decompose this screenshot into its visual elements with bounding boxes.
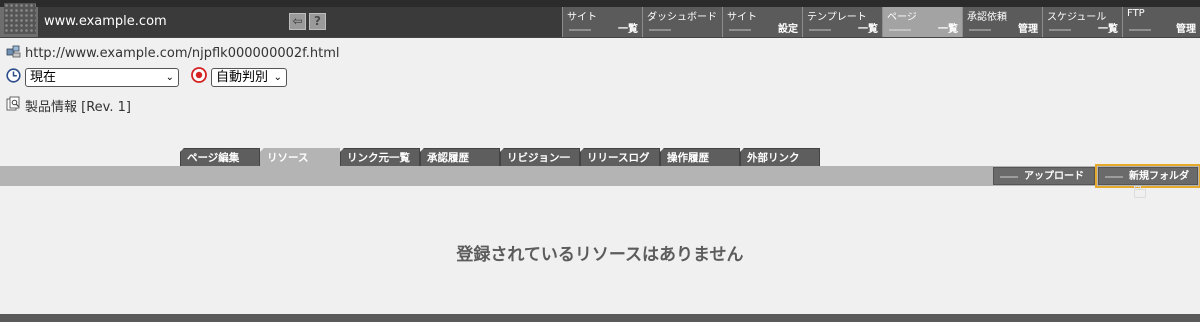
menu-page-list-sub: 一覧 <box>938 24 958 35</box>
time-select[interactable]: 現在 ⌄ <box>25 67 179 87</box>
app-grid-icon[interactable] <box>4 3 36 34</box>
menu-approval-manage[interactable]: 承認依頼 管理 <box>962 7 1042 37</box>
menu-ftp-manage[interactable]: FTP 管理 <box>1122 7 1200 37</box>
menu-ftp-manage-label: FTP <box>1127 8 1145 19</box>
button-dash <box>1000 176 1018 178</box>
empty-resources-message: 登録されているリソースはありません <box>456 245 744 265</box>
menu-dash <box>889 29 911 31</box>
menu-schedule-list[interactable]: スケジュール 一覧 <box>1042 7 1122 37</box>
mode-select-value: 自動判別 <box>216 69 269 85</box>
tab-resources[interactable]: リソース <box>260 148 340 166</box>
tab-release-log[interactable]: リリースログ <box>580 148 660 166</box>
menu-page-list-label: ページ <box>887 12 917 23</box>
menu-dashboard-label: ダッシュボード <box>647 12 717 23</box>
menu-dash <box>729 29 751 31</box>
page-title: 製品情報 [Rev. 1] <box>25 100 131 115</box>
menu-dash <box>649 29 671 31</box>
menu-dash <box>1129 29 1151 31</box>
clock-icon <box>6 67 21 87</box>
version-row: 現在 ⌄ 自動判別 ⌄ <box>6 67 287 87</box>
top-strip <box>0 0 1200 7</box>
menu-approval-manage-sub: 管理 <box>1018 24 1038 35</box>
menu-site-list[interactable]: サイト 一覧 <box>562 7 642 37</box>
tab-referrer-list[interactable]: リンク元一覧 <box>340 148 420 166</box>
menu-dash <box>809 29 831 31</box>
page-url[interactable]: http://www.example.com/njpflk000000002f.… <box>25 46 340 61</box>
tab-approval-history[interactable]: 承認履歴 <box>420 148 500 166</box>
button-dash <box>1105 176 1123 178</box>
menu-site-settings-sub: 設定 <box>778 24 798 35</box>
help-icon[interactable]: ? <box>309 13 326 30</box>
page-url-row: http://www.example.com/njpflk000000002f.… <box>6 44 340 62</box>
upload-button[interactable]: アップロード <box>993 167 1095 185</box>
menu-approval-manage-label: 承認依頼 <box>967 12 1007 23</box>
target-icon <box>191 67 207 87</box>
tab-external-links[interactable]: 外部リンク <box>740 148 820 166</box>
menu-dash <box>969 29 991 31</box>
tab-revision-list[interactable]: リビジョン一覧 <box>500 148 580 166</box>
new-folder-button[interactable]: 新規フォルダ <box>1095 164 1200 198</box>
menu-site-settings-label: サイト <box>727 12 757 23</box>
chevron-down-icon: ⌄ <box>273 71 282 83</box>
menu-schedule-list-sub: 一覧 <box>1098 24 1118 35</box>
menu-dash <box>1049 29 1071 31</box>
network-page-icon <box>6 44 21 62</box>
menu-site-list-label: サイト <box>567 12 597 23</box>
upload-button-label: アップロード <box>1024 171 1084 182</box>
tab-bar: ページ編集 リソース リンク元一覧 承認履歴 リビジョン一覧 リリースログ 操作… <box>180 148 820 166</box>
folder-icon <box>1134 186 1146 198</box>
menu-template-list-sub: 一覧 <box>858 24 878 35</box>
mode-select[interactable]: 自動判別 ⌄ <box>211 67 287 87</box>
menu-site-list-sub: 一覧 <box>618 24 638 35</box>
bottom-bar <box>0 314 1200 322</box>
back-arrow-icon[interactable]: ⇦ <box>289 13 306 30</box>
time-select-value: 現在 <box>30 69 57 85</box>
document-search-icon <box>6 96 21 115</box>
chevron-down-icon: ⌄ <box>165 71 174 83</box>
menu-dashboard[interactable]: ダッシュボード <box>642 7 722 37</box>
tab-page-edit[interactable]: ページ編集 <box>180 148 260 166</box>
menu-template-list[interactable]: テンプレート 一覧 <box>802 7 882 37</box>
menu-dash <box>569 29 591 31</box>
menu-site-settings[interactable]: サイト 設定 <box>722 7 802 37</box>
page-title-row: 製品情報 [Rev. 1] <box>6 96 131 115</box>
new-folder-button-label: 新規フォルダ <box>1129 171 1189 182</box>
menu-page-list[interactable]: ページ 一覧 <box>882 7 962 37</box>
menu-ftp-manage-sub: 管理 <box>1176 24 1196 35</box>
tab-operation-history[interactable]: 操作履歴 <box>660 148 740 166</box>
main-menu: サイト 一覧 ダッシュボード サイト 設定 テンプレート 一覧 ページ 一覧 承… <box>562 7 1200 37</box>
top-toolbar: www.example.com ⇦ ? サイト 一覧 ダッシュボード サイト 設… <box>0 0 1200 38</box>
